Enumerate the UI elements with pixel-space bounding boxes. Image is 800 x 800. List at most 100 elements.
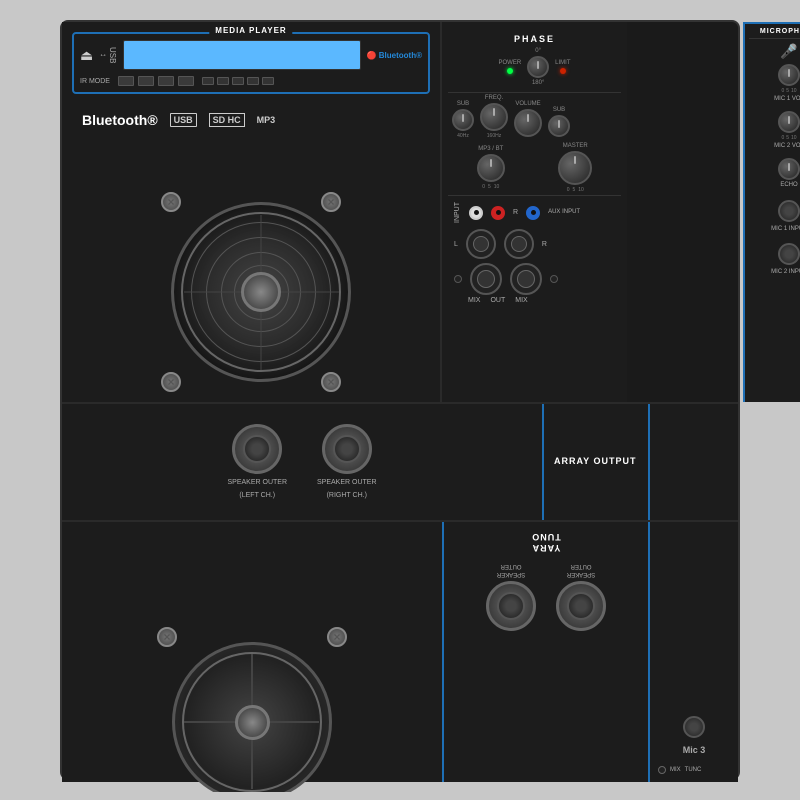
rca-row: INPUT R AUX INPUT — [454, 202, 615, 223]
mic3-port[interactable] — [683, 716, 705, 738]
power-label: POWER — [498, 60, 521, 66]
sub-knob-group-r: SUB — [548, 107, 570, 139]
xlr-port-r[interactable] — [510, 263, 542, 295]
bottom-left — [62, 522, 442, 782]
freq-knob-group: FREQ. 160Hz — [480, 95, 508, 139]
left-panel: MEDIA PLAYER ⏏ USB↕ 🔴 Bluetooth® IR MODE — [62, 22, 442, 402]
speaker-outer-right-inner — [333, 435, 361, 463]
mic2-input-group: MIC 2 INPUT — [749, 241, 800, 276]
mic2-scale: 0510 — [781, 135, 796, 141]
mic2-input-port[interactable] — [778, 243, 800, 265]
bottom-mix-label: MIX — [670, 767, 681, 773]
mix-dot-r — [550, 275, 558, 283]
aux-input-label: AUX INPUT — [548, 209, 580, 216]
sub-knob-r[interactable] — [548, 115, 570, 137]
top-right-wrapper: PHASE POWER 0° 180° LIMIT — [442, 22, 738, 399]
prev-track-button[interactable] — [118, 76, 134, 86]
speaker-outer-left-ch: (LEFT CH.) — [239, 491, 275, 500]
mp3-logo: MP3 — [257, 115, 276, 125]
l-label: L — [454, 241, 458, 248]
bluetooth-badge: 🔴 Bluetooth® — [367, 51, 422, 60]
mic2-vol-knob[interactable] — [778, 111, 800, 133]
rca-white-port[interactable] — [469, 206, 483, 220]
freq-label: FREQ. — [485, 95, 503, 101]
input-label: INPUT — [454, 202, 461, 223]
eq-button-4[interactable] — [247, 77, 259, 85]
ts-port-l[interactable] — [466, 229, 496, 259]
mic3-area: Mic 3 — [658, 714, 730, 758]
mic1-input-group: MIC 1 INPUT — [749, 198, 800, 233]
sub-knob[interactable] — [452, 109, 474, 131]
fan-center — [241, 272, 281, 312]
loop-button[interactable] — [158, 76, 174, 86]
array-mic-spacer — [648, 404, 738, 520]
mic1-vol-label: MIC 1 VOL — [774, 96, 800, 103]
bottom-section: SPEAKEROUTER SPEAKEROUTER YARATUNO Mic 3 — [62, 522, 738, 782]
fan-grill — [181, 212, 341, 372]
top-section: MEDIA PLAYER ⏏ USB↕ 🔴 Bluetooth® IR MODE — [62, 22, 738, 402]
mic1-input-port[interactable] — [778, 200, 800, 222]
mix-label-l: MIX — [468, 297, 480, 304]
usb-label: USB↕ — [99, 47, 117, 63]
r-jack-label: R — [542, 241, 547, 248]
fan-area — [151, 192, 351, 392]
mic-section-title: MICROPHONE — [749, 28, 800, 39]
mp3bt-knob-group: MP3 / BT 0510 — [477, 146, 505, 190]
zero-label: 0° — [535, 48, 541, 54]
speaker-outer-left-port[interactable] — [232, 424, 282, 474]
speaker-outer-left-group: SPEAKER OUTER (LEFT CH.) — [227, 424, 287, 500]
mic2-input-label: MIC 2 INPUT — [771, 269, 800, 276]
zero-knob[interactable] — [527, 56, 549, 78]
mp3bt-knob[interactable] — [477, 154, 505, 182]
next-track-button[interactable] — [138, 76, 154, 86]
r-label: R — [513, 209, 518, 216]
bottom-speaker-left-port[interactable] — [556, 581, 606, 631]
mp-controls: IR MODE — [80, 76, 422, 86]
mic1-input-label: MIC 1 INPUT — [771, 226, 800, 233]
power-led — [507, 68, 513, 74]
speaker-outer-right-ch: (RIGHT CH.) — [327, 491, 367, 500]
sd-logo: SD HC — [209, 113, 245, 127]
speaker-outer-right-port[interactable] — [322, 424, 372, 474]
mic2-vol-group: 0510 MIC 2 VOL — [749, 111, 800, 150]
limit-led — [560, 68, 566, 74]
screw-bottom-right — [321, 372, 341, 392]
fan-outer — [171, 202, 351, 382]
rca-red-port[interactable] — [491, 206, 505, 220]
screw-top-left — [161, 192, 181, 212]
master-knob[interactable] — [558, 151, 592, 185]
ts-jacks-row: L R — [454, 229, 615, 259]
eq-button-2[interactable] — [217, 77, 229, 85]
eq-button-5[interactable] — [262, 77, 274, 85]
xlr-port-l[interactable] — [470, 263, 502, 295]
echo-knob[interactable] — [778, 158, 800, 180]
aux-input-port[interactable] — [526, 206, 540, 220]
phase-title: PHASE — [456, 34, 613, 44]
play-button[interactable] — [178, 76, 194, 86]
bottom-speaker-right-group: SPEAKEROUTER — [486, 561, 536, 631]
speaker-outer-left-label: SPEAKER OUTER — [227, 478, 287, 487]
device: MEDIA PLAYER ⏏ USB↕ 🔴 Bluetooth® IR MODE — [60, 20, 740, 780]
bottom-fan-container — [152, 622, 352, 792]
freq-knob[interactable] — [480, 103, 508, 131]
limit-label: LIMIT — [555, 60, 570, 66]
mp3bt-scale: 0510 — [482, 184, 499, 190]
ts-port-r[interactable] — [504, 229, 534, 259]
array-output-title: ARRAY OUTPUT — [554, 456, 638, 468]
mic1-vol-knob[interactable] — [778, 64, 800, 86]
vol-knob[interactable] — [514, 109, 542, 137]
echo-group: ECHO — [749, 158, 800, 189]
master-scale: 0510 — [567, 187, 584, 193]
screw-bottom-left — [161, 372, 181, 392]
eq-button-1[interactable] — [202, 77, 214, 85]
bottom-array-title: YARATUNO — [452, 530, 640, 553]
eq-button-3[interactable] — [232, 77, 244, 85]
mix-label-r: MIX — [515, 297, 527, 304]
usb-logo: USB — [170, 113, 197, 127]
speaker-outer-right-label: SPEAKER OUTER — [317, 478, 377, 487]
bottom-speaker-right-port[interactable] — [486, 581, 536, 631]
bottom-right-flipped: SPEAKEROUTER SPEAKEROUTER YARATUNO — [444, 522, 648, 639]
mic-icon: 🎤 — [749, 43, 800, 60]
freq-40-label: 40Hz — [457, 133, 469, 139]
bottom-speaker-row: SPEAKEROUTER SPEAKEROUTER — [452, 561, 640, 631]
